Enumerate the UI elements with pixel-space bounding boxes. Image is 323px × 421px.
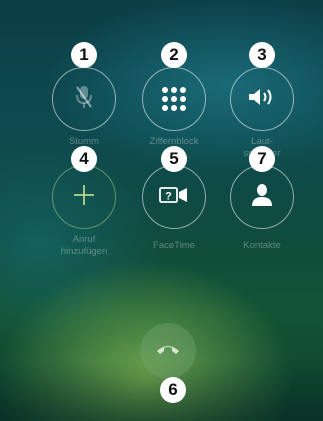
facetime-button[interactable]: ? xyxy=(142,165,206,229)
keypad-badge: 2 xyxy=(161,42,187,68)
speaker-icon xyxy=(247,87,277,112)
end-call-icon xyxy=(156,342,180,360)
speaker-button[interactable] xyxy=(230,67,294,131)
contacts-label: Kontakte xyxy=(243,240,281,251)
contacts-button[interactable] xyxy=(230,165,294,229)
add-call-button[interactable] xyxy=(52,165,116,229)
mute-badge: 1 xyxy=(71,42,97,68)
contacts-badge: 7 xyxy=(249,146,275,172)
facetime-badge: 5 xyxy=(161,146,187,172)
contact-icon xyxy=(251,183,273,212)
mute-button[interactable] xyxy=(52,67,116,131)
keypad-icon xyxy=(162,87,186,111)
add-call-label: Anruf hinzufügen xyxy=(60,234,108,257)
keypad-button[interactable] xyxy=(142,67,206,131)
facetime-label: FaceTime xyxy=(153,240,195,251)
add-call-badge: 4 xyxy=(71,146,97,172)
svg-text:?: ? xyxy=(165,190,172,202)
call-screen: Stumm 1 Ziffernblock 2 Laut- sprecher 3 xyxy=(0,0,323,421)
facetime-icon: ? xyxy=(159,186,189,209)
end-call-badge: 6 xyxy=(160,377,186,403)
plus-icon xyxy=(72,183,96,212)
mic-muted-icon xyxy=(74,84,94,115)
end-call-button[interactable] xyxy=(140,323,196,379)
speaker-badge: 3 xyxy=(249,42,275,68)
